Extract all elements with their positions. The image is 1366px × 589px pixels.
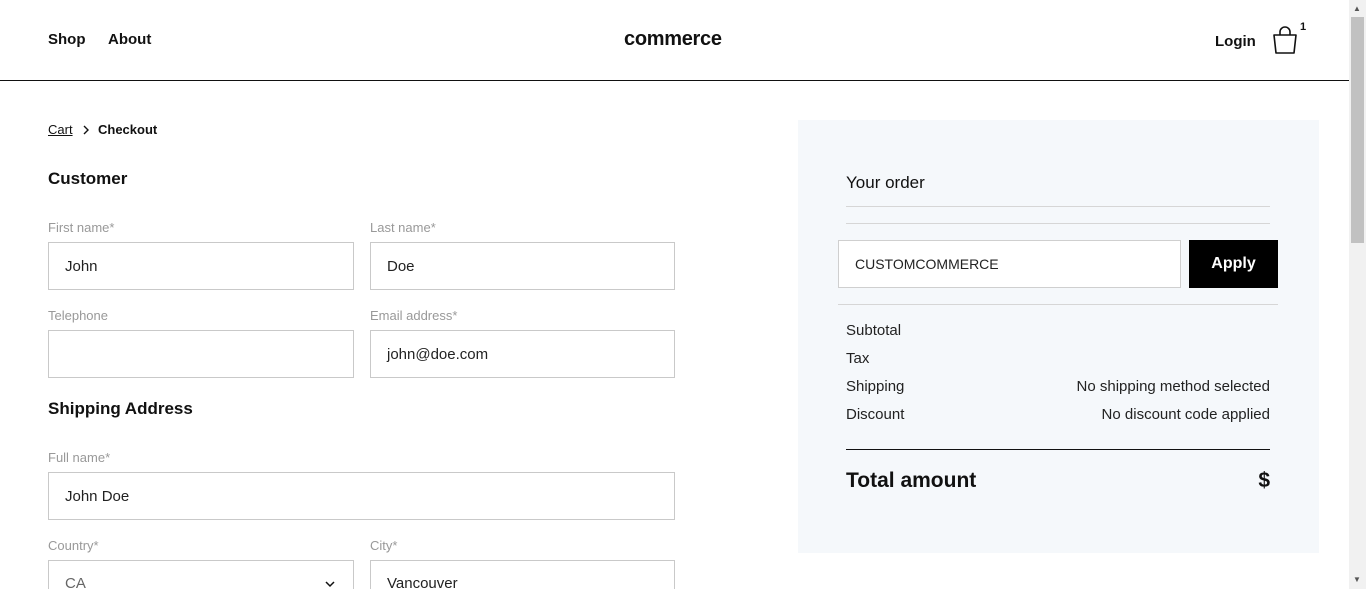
email-label: Email address* — [370, 308, 458, 323]
discount-value: No discount code applied — [1101, 406, 1270, 423]
nav-shop-link[interactable]: Shop — [48, 31, 86, 48]
total-divider — [846, 449, 1270, 450]
tax-label: Tax — [846, 350, 870, 367]
shopping-bag-icon[interactable] — [1272, 26, 1298, 54]
country-label: Country* — [48, 538, 99, 553]
cart-count-badge: 1 — [1300, 21, 1307, 33]
divider — [846, 223, 1270, 224]
telephone-label: Telephone — [48, 308, 108, 323]
last-name-field[interactable]: Doe — [370, 242, 675, 290]
nav-about-link[interactable]: About — [108, 31, 151, 48]
customer-section-title: Customer — [48, 169, 128, 188]
divider — [838, 304, 1278, 305]
city-field[interactable]: Vancouver — [370, 560, 675, 589]
scroll-down-arrow-icon[interactable]: ▼ — [1353, 575, 1361, 584]
scroll-up-arrow-icon[interactable]: ▲ — [1353, 4, 1361, 13]
apply-discount-button[interactable]: Apply — [1189, 240, 1278, 288]
discount-label: Discount — [846, 406, 905, 423]
breadcrumb-cart-link[interactable]: Cart — [48, 122, 73, 137]
last-name-label: Last name* — [370, 220, 436, 235]
chevron-down-icon — [325, 581, 335, 588]
country-select[interactable]: CA — [48, 560, 354, 589]
total-amount-value: $ — [1258, 469, 1270, 492]
scrollbar-thumb[interactable] — [1351, 17, 1364, 243]
site-header: Shop About commerce Login 1 — [0, 0, 1349, 81]
discount-code-input[interactable]: CUSTOMCOMMERCE — [838, 240, 1181, 288]
shipping-section-title: Shipping Address — [48, 399, 193, 418]
shipping-label: Shipping — [846, 378, 905, 395]
first-name-field[interactable]: John — [48, 242, 354, 290]
site-logo[interactable]: commerce — [624, 28, 722, 51]
order-summary-title: Your order — [846, 173, 925, 192]
divider — [846, 206, 1270, 207]
email-field[interactable]: john@doe.com — [370, 330, 675, 378]
login-link[interactable]: Login — [1215, 33, 1256, 50]
telephone-field[interactable] — [48, 330, 354, 378]
first-name-label: First name* — [48, 220, 115, 235]
chevron-right-icon — [83, 125, 89, 135]
total-amount-label: Total amount — [846, 469, 977, 492]
full-name-field[interactable]: John Doe — [48, 472, 675, 520]
full-name-label: Full name* — [48, 450, 111, 465]
city-label: City* — [370, 538, 398, 553]
subtotal-label: Subtotal — [846, 322, 902, 339]
country-select-value: CA — [65, 575, 86, 589]
shipping-value: No shipping method selected — [1076, 378, 1270, 395]
breadcrumb-current: Checkout — [98, 122, 158, 137]
